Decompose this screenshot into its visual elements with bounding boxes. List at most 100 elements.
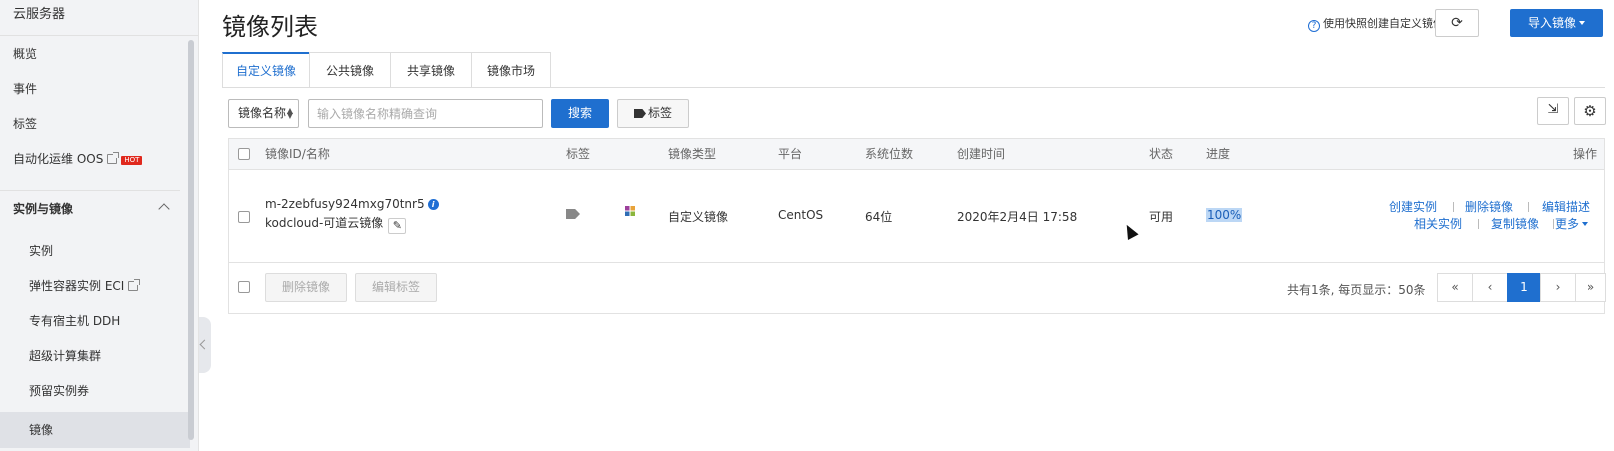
tab-marketplace-images[interactable]: 镜像市场	[471, 52, 551, 88]
related-instances-link[interactable]: 相关实例	[1414, 215, 1462, 232]
tab-custom-images[interactable]: 自定义镜像	[222, 52, 310, 88]
page-button-current[interactable]: 1	[1507, 273, 1541, 302]
caret-down-icon	[1579, 21, 1585, 25]
centos-logo-icon	[625, 206, 635, 216]
export-button[interactable]: ⇲	[1537, 97, 1569, 125]
sidebar-collapse-toggle[interactable]	[199, 317, 211, 373]
refresh-button[interactable]: ⟳	[1435, 9, 1479, 37]
info-icon[interactable]: i	[427, 199, 439, 210]
snapshot-help-link[interactable]: ? 使用快照创建自定义镜像	[1308, 15, 1444, 32]
search-field-select[interactable]: 镜像名称 ▲ ▼	[228, 99, 299, 128]
os-logo-icon	[624, 205, 636, 220]
column-header: 进度	[1206, 147, 1231, 161]
footer-select-all-checkbox[interactable]	[238, 281, 250, 293]
create-instance-link[interactable]: 创建实例	[1389, 198, 1437, 215]
tab-label: 公共镜像	[325, 64, 374, 78]
action-separator	[1453, 202, 1454, 212]
tab-public-images[interactable]: 公共镜像	[309, 52, 391, 88]
tags-icon[interactable]	[566, 209, 580, 219]
sidebar-item-label: 专有宿主机 DDH	[29, 314, 121, 328]
select-all-checkbox[interactable]	[238, 148, 250, 160]
sidebar-item-instances[interactable]: 实例	[0, 233, 190, 269]
pagination-summary: 共有1条, 每页显示：50条	[1287, 283, 1426, 297]
batch-edit-tags-button[interactable]: 编辑标签	[355, 273, 437, 302]
sidebar-item-scc[interactable]: 超级计算集群	[0, 338, 190, 374]
tag-button-label: 标签	[647, 106, 672, 120]
action-separator	[1553, 219, 1554, 229]
platform: CentOS	[778, 208, 824, 222]
more-actions-dropdown[interactable]: 更多	[1555, 215, 1589, 232]
external-link-icon	[107, 152, 120, 164]
sidebar-item-label: 概览	[13, 47, 38, 61]
delete-image-link[interactable]: 删除镜像	[1465, 198, 1513, 215]
created-time: 2020年2月4日 17:58	[957, 210, 1078, 224]
column-header: 平台	[778, 147, 803, 161]
sidebar-item-reserved-instances[interactable]: 预留实例券	[0, 373, 190, 409]
row-checkbox[interactable]	[238, 211, 250, 223]
external-link-icon	[128, 279, 141, 291]
sidebar-scrollbar[interactable]	[188, 40, 194, 440]
sidebar-item-label: 镜像	[29, 423, 54, 437]
prev-page-button[interactable]: ‹	[1472, 273, 1508, 302]
pencil-icon[interactable]: ✎	[388, 218, 407, 234]
tab-label: 镜像市场	[486, 64, 535, 78]
action-separator	[1528, 202, 1529, 212]
hot-badge: HOT	[121, 156, 143, 165]
image-name-text: kodcloud-可道云镜像	[265, 216, 384, 230]
image-name: kodcloud-可道云镜像 ✎	[265, 214, 407, 234]
progress: 100%	[1206, 208, 1243, 222]
last-page-button[interactable]: »	[1575, 273, 1606, 302]
tag-icon	[633, 109, 646, 118]
select-value: 镜像名称	[238, 106, 287, 120]
column-header: 创建时间	[957, 147, 1006, 161]
sidebar-title: 云服务器	[0, 0, 198, 36]
app-root: 云服务器 概览 事件 标签 自动化运维 OOS HOT 实例与镜像 实例 弹性容器…	[0, 0, 1614, 451]
sidebar-item-label: 自动化运维 OOS	[13, 152, 104, 166]
settings-button[interactable]: ⚙	[1574, 97, 1606, 125]
search-input[interactable]	[308, 99, 543, 128]
tab-shared-images[interactable]: 共享镜像	[390, 52, 472, 88]
table-footer: 删除镜像 编辑标签 共有1条, 每页显示：50条 « ‹ 1 › »	[229, 264, 1606, 314]
sidebar-group-instances-images[interactable]: 实例与镜像	[0, 197, 190, 233]
action-separator	[1478, 219, 1479, 229]
sidebar-item-label: 实例	[29, 244, 54, 258]
sidebar-item-label: 预留实例券	[29, 384, 90, 398]
sidebar-group-label: 实例与镜像	[13, 202, 74, 216]
tab-label: 共享镜像	[406, 64, 455, 78]
sidebar-item-overview[interactable]: 概览	[0, 36, 190, 72]
next-page-button[interactable]: ›	[1540, 273, 1576, 302]
search-button[interactable]: 搜索	[551, 99, 609, 128]
image-id[interactable]: m-2zebfusy924mxg70tnr5 i	[265, 197, 439, 211]
sidebar: 云服务器 概览 事件 标签 自动化运维 OOS HOT 实例与镜像 实例 弹性容器…	[0, 0, 199, 451]
progress-value: 100%	[1206, 208, 1243, 222]
help-link-label: 使用快照创建自定义镜像	[1323, 17, 1444, 30]
sidebar-item-label: 标签	[13, 117, 38, 131]
sort-arrows-icon: ▲ ▼	[286, 106, 293, 120]
edit-description-link[interactable]: 编辑描述	[1542, 198, 1590, 215]
sidebar-item-eci[interactable]: 弹性容器实例 ECI	[0, 268, 190, 304]
column-header: 系统位数	[865, 147, 914, 161]
copy-image-link[interactable]: 复制镜像	[1491, 215, 1539, 232]
sidebar-item-events[interactable]: 事件	[0, 71, 190, 107]
refresh-icon: ⟳	[1451, 15, 1463, 31]
tag-filter-button[interactable]: 标签	[617, 99, 689, 128]
status: 可用	[1149, 210, 1174, 224]
import-button-label: 导入镜像	[1527, 16, 1576, 30]
more-label: 更多	[1555, 217, 1580, 231]
image-id-text: m-2zebfusy924mxg70tnr5	[265, 197, 425, 211]
images-table: 镜像ID/名称 标签 镜像类型 平台 系统位数 创建时间 状态 进度 操作 m-…	[228, 138, 1606, 314]
sidebar-item-images[interactable]: 镜像	[0, 412, 190, 448]
table-row: m-2zebfusy924mxg70tnr5 i kodcloud-可道云镜像 ✎ …	[229, 171, 1604, 263]
column-header: 镜像ID/名称	[265, 147, 330, 161]
first-page-button[interactable]: «	[1437, 273, 1473, 302]
sidebar-item-tags[interactable]: 标签	[0, 106, 190, 142]
sidebar-item-oos[interactable]: 自动化运维 OOS HOT	[0, 141, 190, 177]
column-header: 标签	[566, 147, 591, 161]
sidebar-item-ddh[interactable]: 专有宿主机 DDH	[0, 303, 190, 339]
table-header: 镜像ID/名称 标签 镜像类型 平台 系统位数 创建时间 状态 进度 操作	[229, 139, 1604, 170]
tab-label: 自定义镜像	[235, 64, 296, 78]
import-image-button[interactable]: 导入镜像	[1510, 9, 1603, 37]
column-header: 状态	[1149, 147, 1174, 161]
tabs-divider	[222, 87, 1605, 88]
batch-delete-button[interactable]: 删除镜像	[265, 273, 347, 302]
